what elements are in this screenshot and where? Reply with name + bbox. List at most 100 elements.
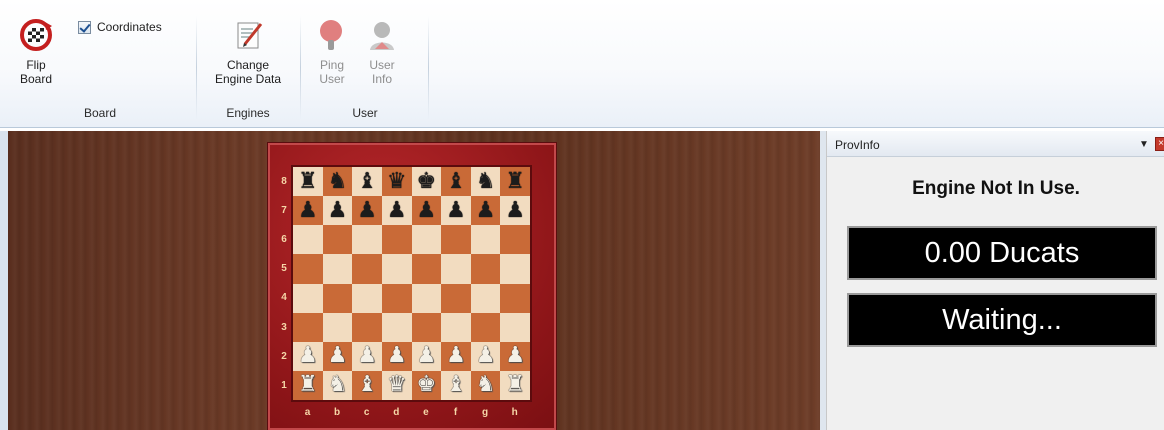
black-pawn-icon[interactable]: ♟ (328, 199, 348, 222)
board-square-d8[interactable]: ♛ (381, 167, 412, 197)
flip-board-button[interactable]: Flip Board (14, 18, 58, 86)
white-pawn-icon[interactable]: ♟ (357, 345, 377, 367)
white-pawn-icon[interactable]: ♟ (476, 345, 496, 367)
board-square-a7[interactable]: ♟ (293, 196, 323, 226)
board-square-d5[interactable] (381, 254, 412, 284)
board-square-c1[interactable]: ♝ (352, 370, 382, 400)
white-pawn-icon[interactable]: ♟ (446, 345, 466, 367)
board-square-h3[interactable] (500, 312, 530, 342)
board-square-h8[interactable]: ♜ (500, 167, 530, 197)
board-square-b8[interactable]: ♞ (322, 167, 353, 197)
board-square-a5[interactable] (293, 254, 323, 284)
board-square-f6[interactable] (441, 225, 471, 255)
board-square-g4[interactable] (470, 283, 501, 313)
board-square-g3[interactable] (470, 312, 501, 342)
board-square-b6[interactable] (322, 225, 353, 255)
chess-board[interactable]: ♜ ♞ ♝ ♛ ♚ ♝ ♞ ♜ ♟ ♟ ♟ ♟ ♟ ♟ ♟ ♟ ♟ ♟ ♟ ♟ ♟ ♟ ♟ ♟ ♜ ♞ ♝ ♛ ♚ ♝ ♞ ♜ (293, 167, 530, 400)
board-square-h5[interactable] (500, 254, 530, 284)
board-square-e5[interactable] (411, 254, 442, 284)
board-square-d2[interactable]: ♟ (381, 341, 412, 371)
board-square-h6[interactable] (500, 225, 530, 255)
board-square-c3[interactable] (352, 312, 382, 342)
board-square-e4[interactable] (411, 283, 442, 313)
white-queen-icon[interactable]: ♛ (387, 374, 407, 396)
black-pawn-icon[interactable]: ♟ (387, 199, 407, 222)
white-rook-icon[interactable]: ♜ (505, 374, 525, 396)
board-square-a3[interactable] (293, 312, 323, 342)
close-icon[interactable]: × (1155, 137, 1164, 151)
board-square-h1[interactable]: ♜ (500, 370, 530, 400)
ping-user-button[interactable]: Ping User (312, 18, 352, 86)
board-square-d3[interactable] (381, 312, 412, 342)
board-square-g5[interactable] (470, 254, 501, 284)
black-pawn-icon[interactable]: ♟ (298, 199, 318, 222)
board-square-f5[interactable] (441, 254, 471, 284)
board-square-c8[interactable]: ♝ (352, 167, 382, 197)
board-square-b2[interactable]: ♟ (322, 341, 353, 371)
black-rook-icon[interactable]: ♜ (298, 170, 318, 193)
black-rook-icon[interactable]: ♜ (505, 170, 525, 193)
black-knight-icon[interactable]: ♞ (476, 170, 496, 193)
board-square-c4[interactable] (352, 283, 382, 313)
board-square-e1[interactable]: ♚ (411, 370, 442, 400)
board-square-g2[interactable]: ♟ (470, 341, 501, 371)
white-pawn-icon[interactable]: ♟ (298, 345, 318, 367)
board-square-e3[interactable] (411, 312, 442, 342)
board-square-e8[interactable]: ♚ (411, 167, 442, 197)
white-pawn-icon[interactable]: ♟ (387, 345, 407, 367)
board-square-d6[interactable] (381, 225, 412, 255)
white-pawn-icon[interactable]: ♟ (328, 345, 348, 367)
coordinates-checkbox[interactable]: Coordinates (78, 20, 162, 34)
board-square-f1[interactable]: ♝ (441, 370, 471, 400)
board-square-d7[interactable]: ♟ (381, 196, 412, 226)
white-pawn-icon[interactable]: ♟ (505, 345, 525, 367)
board-square-a6[interactable] (293, 225, 323, 255)
checkbox-checked-icon[interactable] (78, 20, 91, 34)
board-square-b7[interactable]: ♟ (322, 196, 353, 226)
black-queen-icon[interactable]: ♛ (387, 170, 407, 193)
board-square-f8[interactable]: ♝ (441, 167, 471, 197)
board-square-h7[interactable]: ♟ (500, 196, 530, 226)
white-bishop-icon[interactable]: ♝ (357, 374, 377, 396)
board-square-e6[interactable] (411, 225, 442, 255)
board-square-f4[interactable] (441, 283, 471, 313)
white-rook-icon[interactable]: ♜ (298, 374, 318, 396)
black-king-icon[interactable]: ♚ (416, 170, 436, 193)
board-square-d1[interactable]: ♛ (381, 370, 412, 400)
white-king-icon[interactable]: ♚ (416, 374, 436, 396)
white-knight-icon[interactable]: ♞ (328, 374, 348, 396)
board-square-a2[interactable]: ♟ (293, 341, 323, 371)
board-square-b4[interactable] (322, 283, 353, 313)
board-square-c6[interactable] (352, 225, 382, 255)
board-square-f3[interactable] (441, 312, 471, 342)
black-pawn-icon[interactable]: ♟ (357, 199, 377, 222)
board-square-c2[interactable]: ♟ (352, 341, 382, 371)
board-square-f7[interactable]: ♟ (441, 196, 471, 226)
black-knight-icon[interactable]: ♞ (328, 170, 348, 193)
board-square-g1[interactable]: ♞ (470, 370, 501, 400)
black-bishop-icon[interactable]: ♝ (357, 170, 377, 193)
white-pawn-icon[interactable]: ♟ (416, 345, 436, 367)
white-bishop-icon[interactable]: ♝ (446, 374, 466, 396)
board-square-f2[interactable]: ♟ (441, 341, 471, 371)
board-square-g8[interactable]: ♞ (470, 167, 501, 197)
board-square-a1[interactable]: ♜ (293, 370, 323, 400)
black-pawn-icon[interactable]: ♟ (476, 199, 496, 222)
user-info-button[interactable]: User Info (362, 18, 402, 86)
board-square-h2[interactable]: ♟ (500, 341, 530, 371)
black-bishop-icon[interactable]: ♝ (446, 170, 466, 193)
board-square-c7[interactable]: ♟ (352, 196, 382, 226)
board-square-b5[interactable] (322, 254, 353, 284)
white-knight-icon[interactable]: ♞ (476, 374, 496, 396)
board-square-e2[interactable]: ♟ (411, 341, 442, 371)
board-square-e7[interactable]: ♟ (411, 196, 442, 226)
board-square-a8[interactable]: ♜ (293, 167, 323, 197)
board-square-g7[interactable]: ♟ (470, 196, 501, 226)
board-square-g6[interactable] (470, 225, 501, 255)
black-pawn-icon[interactable]: ♟ (446, 199, 466, 222)
board-square-d4[interactable] (381, 283, 412, 313)
board-square-c5[interactable] (352, 254, 382, 284)
board-square-b1[interactable]: ♞ (322, 370, 353, 400)
board-square-b3[interactable] (322, 312, 353, 342)
change-engine-data-button[interactable]: Change Engine Data (198, 18, 298, 86)
